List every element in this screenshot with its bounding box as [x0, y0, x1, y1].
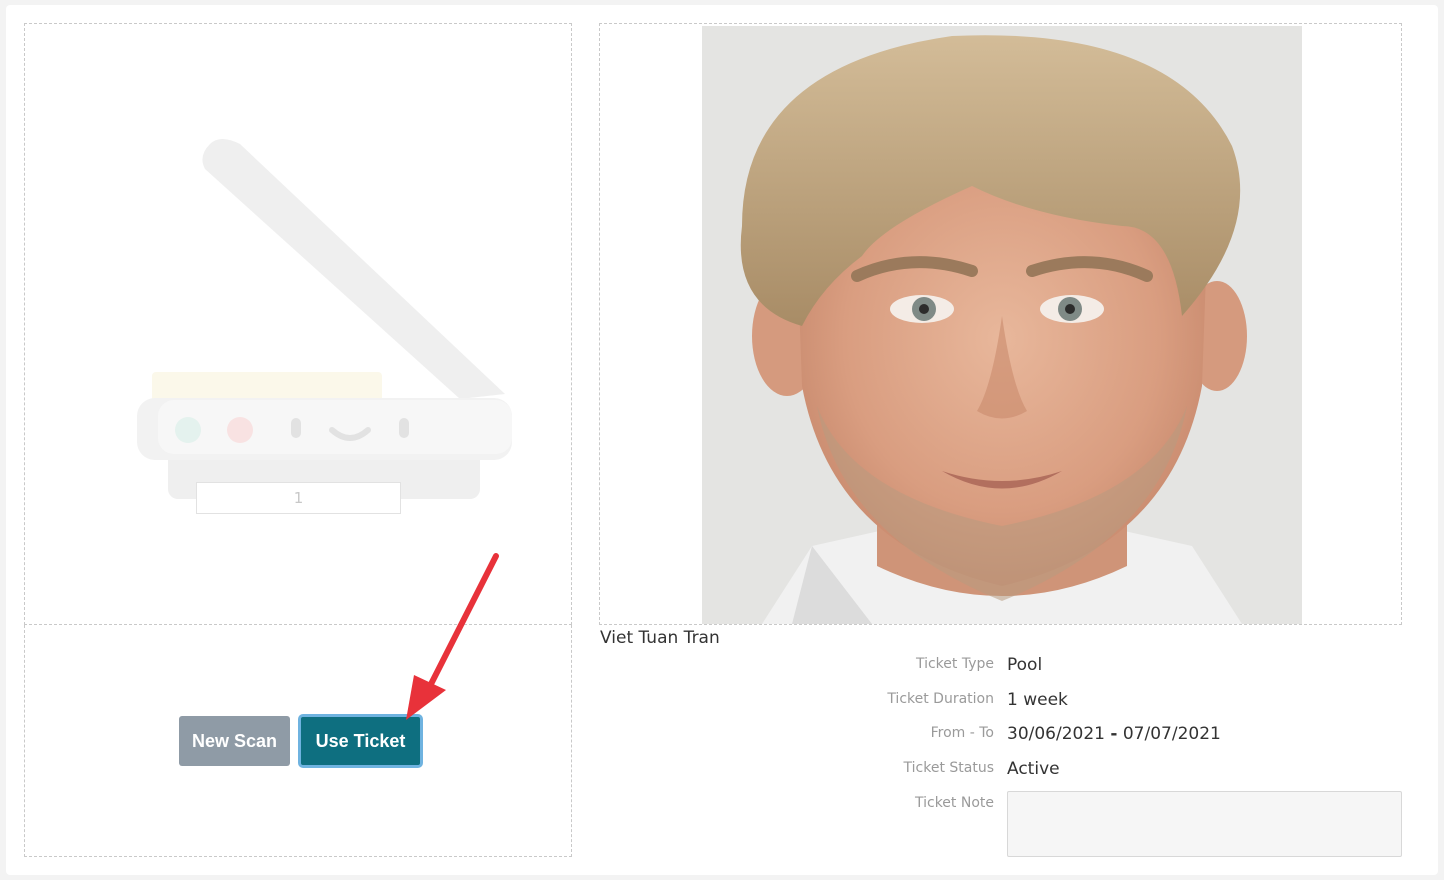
scanner-icon [137, 139, 512, 499]
ticket-to-date: 07/07/2021 [1122, 724, 1221, 744]
ticket-note-label: Ticket Note [914, 795, 994, 811]
ticket-from-date: 30/06/2021 [1007, 724, 1105, 744]
photo-panel [599, 23, 1402, 625]
ticket-range-label: From - To [930, 725, 994, 741]
scan-panel [24, 23, 572, 625]
ticket-type-value: Pool [1007, 655, 1043, 675]
ticket-duration-label: Ticket Duration [887, 691, 994, 707]
ticket-status-value: Active [1007, 759, 1060, 779]
ticket-note-field[interactable] [1007, 791, 1402, 857]
ticket-range-separator: - [1110, 724, 1118, 744]
ticket-status-label: Ticket Status [903, 760, 994, 776]
ticket-range-value: 30/06/2021 - 07/07/2021 [1007, 724, 1221, 744]
profile-photo [702, 26, 1302, 624]
new-scan-button[interactable]: New Scan [179, 716, 290, 766]
annotation-arrow-icon [406, 553, 499, 720]
person-name: Viet Tuan Tran [600, 628, 720, 648]
ticket-type-label: Ticket Type [915, 656, 994, 672]
ticket-duration-value: 1 week [1007, 690, 1068, 710]
page-counter-input[interactable]: 1 [196, 482, 401, 514]
